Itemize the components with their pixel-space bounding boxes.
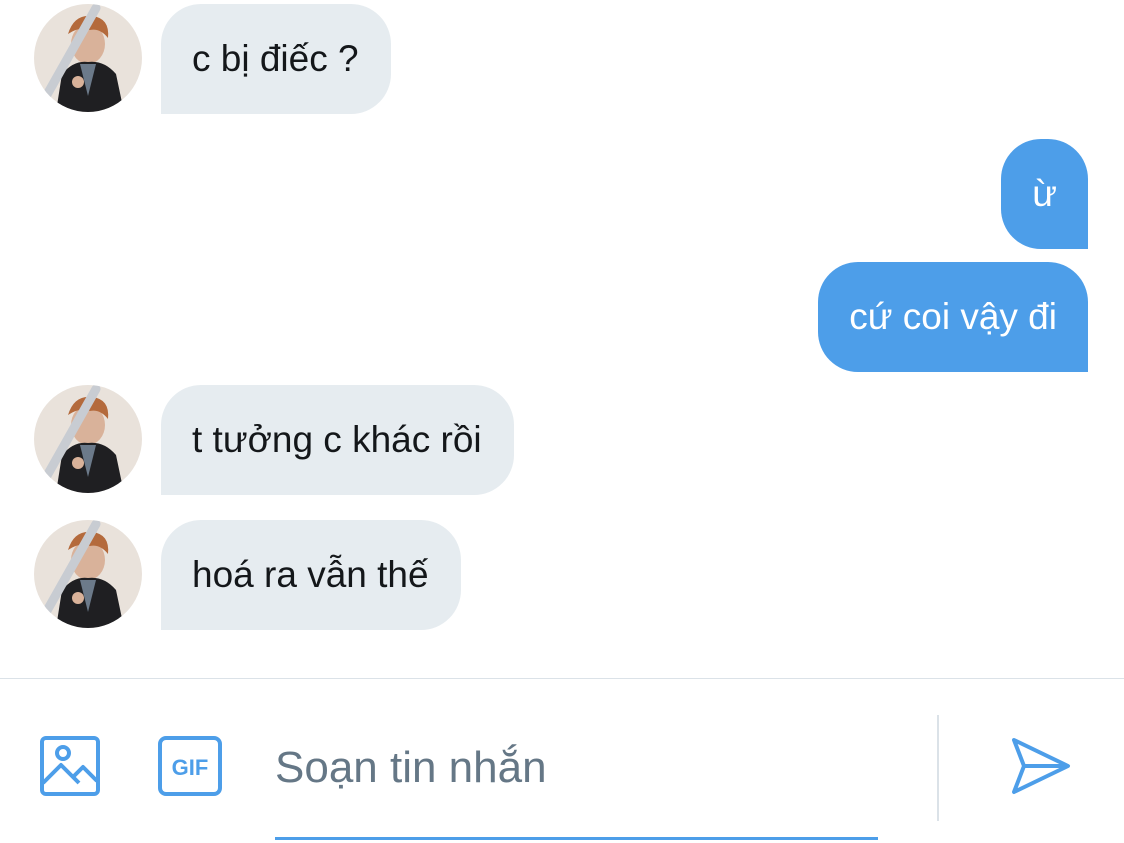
- send-button[interactable]: [1008, 734, 1072, 798]
- message-bubble[interactable]: t tưởng c khác rồi: [161, 385, 514, 495]
- add-image-button[interactable]: [39, 735, 101, 797]
- message-bubble[interactable]: ừ: [1001, 139, 1088, 249]
- message-bubble[interactable]: c bị điếc ?: [161, 4, 391, 114]
- message-input-wrapper: [275, 729, 878, 841]
- incoming-message: t tưởng c khác rồi: [34, 385, 514, 495]
- sender-avatar[interactable]: [34, 520, 142, 628]
- incoming-message: hoá ra vẫn thế: [34, 520, 461, 630]
- add-gif-button[interactable]: GIF: [157, 735, 223, 797]
- input-focus-underline: [275, 837, 878, 840]
- gif-icon: GIF: [158, 736, 222, 796]
- gif-label: GIF: [172, 755, 209, 780]
- message-bubble[interactable]: cứ coi vậy đi: [818, 262, 1088, 372]
- outgoing-message: ừ: [1001, 139, 1088, 249]
- composer-divider: [937, 715, 939, 821]
- dm-conversation-screen: c bị điếc ? ừ cứ coi vậy đi t tưởng c kh…: [0, 0, 1124, 843]
- sender-avatar[interactable]: [34, 385, 142, 493]
- send-icon: [1012, 738, 1070, 794]
- message-composer: GIF: [0, 678, 1124, 843]
- message-thread[interactable]: c bị điếc ? ừ cứ coi vậy đi t tưởng c kh…: [0, 0, 1124, 678]
- sender-avatar[interactable]: [34, 4, 142, 112]
- message-input[interactable]: [275, 729, 878, 807]
- message-bubble[interactable]: hoá ra vẫn thế: [161, 520, 461, 630]
- outgoing-message: cứ coi vậy đi: [818, 262, 1088, 372]
- image-icon: [40, 736, 100, 796]
- incoming-message: c bị điếc ?: [34, 4, 391, 114]
